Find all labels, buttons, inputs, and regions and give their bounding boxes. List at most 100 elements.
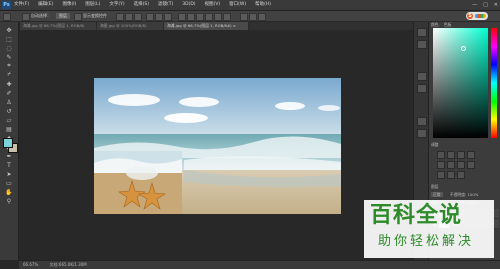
tab-swatches[interactable]: 色板 <box>444 22 452 27</box>
exposure-icon[interactable] <box>467 151 475 159</box>
brush-panel-icon[interactable] <box>417 117 427 126</box>
close-button[interactable]: ✕ <box>494 1 498 9</box>
zoom-level[interactable]: 66.67% <box>23 262 38 267</box>
align-bottom-icon[interactable] <box>134 13 142 21</box>
menu-help[interactable]: 帮助(H) <box>255 1 271 9</box>
menu-list: 文件(F) 编辑(E) 图像(I) 图层(L) 文字(Y) 选择(S) 滤镜(T… <box>14 1 271 9</box>
align-vcenter-icon[interactable] <box>125 13 133 21</box>
distribute-vcenter-icon[interactable] <box>187 13 195 21</box>
brand-logo-icon: S <box>466 12 488 20</box>
align-right-icon[interactable] <box>164 13 172 21</box>
adjustments-tab[interactable]: 调整 <box>431 142 499 148</box>
watermark-title: 百科全说 <box>370 203 463 228</box>
foreground-color-swatch[interactable] <box>3 138 13 148</box>
minimize-button[interactable]: — <box>472 1 477 9</box>
brightness-icon[interactable] <box>437 151 445 159</box>
watermark-subtitle: 助你轻松解决 <box>378 234 475 249</box>
watermark: 百科全说 助你轻松解决 <box>364 200 494 258</box>
distribute-bottom-icon[interactable] <box>196 13 204 21</box>
auto-select-label: 自动选择： <box>31 13 51 18</box>
blend-mode-dropdown[interactable]: 正常 <box>431 192 443 197</box>
logo-dots-icon <box>475 14 486 18</box>
3d-pan-icon[interactable] <box>258 13 266 21</box>
3d-rotate-icon[interactable] <box>249 13 257 21</box>
starfish-layer-image[interactable] <box>94 151 182 214</box>
shape-tool-icon[interactable]: ▭ <box>3 179 15 187</box>
path-select-tool-icon[interactable]: ➤ <box>3 170 15 178</box>
photoshop-logo: Ps <box>2 1 11 9</box>
document-info: 文档:665.0K/1.30M <box>49 262 87 267</box>
menu-window[interactable]: 窗口(W) <box>229 1 246 9</box>
properties-panel-icon[interactable] <box>417 40 427 49</box>
menu-type[interactable]: 文字(Y) <box>109 1 124 9</box>
distribute-hcenter-icon[interactable] <box>214 13 222 21</box>
eyedropper-tool-icon[interactable]: ⌿ <box>3 71 15 79</box>
color-balance-icon[interactable] <box>447 161 455 169</box>
brush-presets-panel-icon[interactable] <box>417 129 427 138</box>
eraser-tool-icon[interactable]: ▱ <box>3 116 15 124</box>
tab-document-1[interactable]: 海滩.jpg @ 66.7%(图层 1, RGB/8) <box>20 22 97 30</box>
auto-select-dropdown[interactable]: 图层 <box>56 13 70 19</box>
align-top-icon[interactable] <box>116 13 124 21</box>
brush-tool-icon[interactable]: ✐ <box>3 89 15 97</box>
menu-bar: Ps 文件(F) 编辑(E) 图像(I) 图层(L) 文字(Y) 选择(S) 滤… <box>0 0 500 11</box>
window-controls: — □ ✕ <box>472 1 498 9</box>
show-transform-checkbox[interactable] <box>74 13 82 21</box>
menu-select[interactable]: 选择(S) <box>134 1 149 9</box>
distribute-top-icon[interactable] <box>178 13 186 21</box>
move-tool-icon[interactable]: ✥ <box>3 26 15 34</box>
levels-icon[interactable] <box>447 151 455 159</box>
curves-icon[interactable] <box>457 151 465 159</box>
menu-view[interactable]: 视图(V) <box>205 1 221 9</box>
opacity-label: 不透明度: <box>449 192 467 197</box>
logo-s-icon: S <box>467 13 473 19</box>
menu-image[interactable]: 图像(I) <box>62 1 76 9</box>
quick-select-tool-icon[interactable]: ✎ <box>3 53 15 61</box>
healing-tool-icon[interactable]: ✚ <box>3 80 15 88</box>
hand-tool-icon[interactable]: ✋ <box>3 188 15 196</box>
gradient-tool-icon[interactable]: ▤ <box>3 125 15 133</box>
color-picker-cursor-icon[interactable] <box>461 46 466 51</box>
tab-color[interactable]: 颜色 <box>431 22 439 27</box>
menu-layer[interactable]: 图层(L) <box>85 1 100 9</box>
paragraph-panel-icon[interactable] <box>417 84 427 93</box>
maximize-button[interactable]: □ <box>483 1 488 9</box>
tab-document-2[interactable]: 海星.jpg @ 100%(RGB/8) <box>97 22 164 30</box>
type-tool-icon[interactable]: T <box>3 161 15 169</box>
photo-filter-icon[interactable] <box>467 161 475 169</box>
distribute-right-icon[interactable] <box>223 13 231 21</box>
menu-edit[interactable]: 编辑(E) <box>38 1 53 9</box>
hue-slider[interactable] <box>491 28 497 138</box>
history-brush-tool-icon[interactable]: ↺ <box>3 107 15 115</box>
opacity-value[interactable]: 100% <box>468 192 479 197</box>
align-left-icon[interactable] <box>146 13 154 21</box>
black-white-icon[interactable] <box>457 161 465 169</box>
pen-tool-icon[interactable]: ✒ <box>3 152 15 160</box>
lasso-tool-icon[interactable]: ◌ <box>3 44 15 52</box>
distribute-left-icon[interactable] <box>205 13 213 21</box>
invert-icon[interactable] <box>437 171 445 179</box>
zoom-tool-icon[interactable]: ⚲ <box>3 197 15 205</box>
show-transform-label: 显示变换控件 <box>83 13 107 18</box>
tab-document-3[interactable]: 海滩.jpg @ 66.7%(图层 1, RGB/8#) × <box>164 22 249 30</box>
align-hcenter-icon[interactable] <box>155 13 163 21</box>
menu-filter[interactable]: 滤镜(T) <box>158 1 173 9</box>
color-picker-field[interactable] <box>433 28 488 138</box>
posterize-icon[interactable] <box>447 171 455 179</box>
stamp-tool-icon[interactable]: ♙ <box>3 98 15 106</box>
layers-tab[interactable]: 图层 <box>431 184 499 190</box>
auto-select-checkbox[interactable] <box>22 13 30 21</box>
hue-saturation-icon[interactable] <box>437 161 445 169</box>
character-panel-icon[interactable] <box>417 72 427 81</box>
move-tool-preset-icon[interactable] <box>3 13 11 21</box>
tools-panel: ✥ ⬚ ◌ ✎ ⌗ ⌿ ✚ ✐ ♙ ↺ ▱ ▤ ◆ ● ✒ T ➤ ▭ ✋ ⚲ <box>0 22 19 260</box>
threshold-icon[interactable] <box>457 171 465 179</box>
menu-file[interactable]: 文件(F) <box>14 1 29 9</box>
menu-3d[interactable]: 3D(D) <box>182 1 195 9</box>
marquee-tool-icon[interactable]: ⬚ <box>3 35 15 43</box>
options-bar: 自动选择： 图层 显示变换控件 S <box>0 11 500 22</box>
document-canvas[interactable] <box>94 78 341 214</box>
crop-tool-icon[interactable]: ⌗ <box>3 62 15 70</box>
3d-mode-icon[interactable] <box>240 13 248 21</box>
history-panel-icon[interactable] <box>417 28 427 37</box>
